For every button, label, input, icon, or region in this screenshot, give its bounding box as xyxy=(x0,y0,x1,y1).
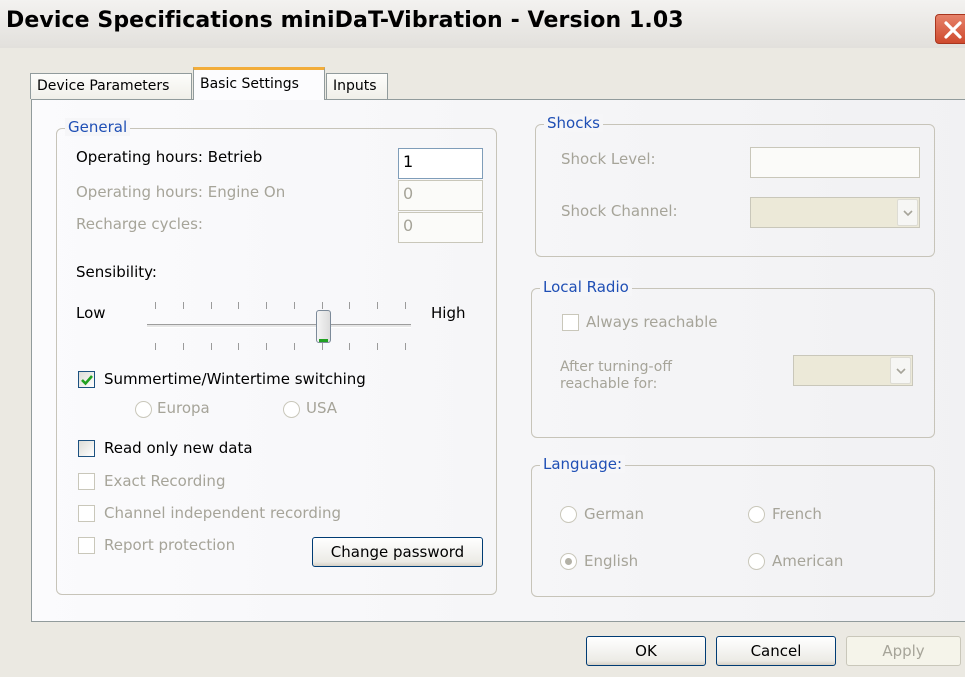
slider-tick xyxy=(266,302,267,309)
operating-hours-betrieb-field[interactable]: 1 xyxy=(398,148,483,179)
language-french-label: French xyxy=(772,505,822,523)
sensibility-high-label: High xyxy=(431,304,466,322)
operating-hours-betrieb-label: Operating hours: Betrieb xyxy=(76,148,263,166)
slider-tick xyxy=(377,343,378,350)
shocks-group: Shocks xyxy=(535,114,935,257)
slider-tick xyxy=(349,343,350,350)
slider-tick xyxy=(294,302,295,309)
title-bar: Device Specifications miniDaT-Vibration … xyxy=(0,0,965,48)
slider-tick xyxy=(322,343,323,350)
slider-tick xyxy=(322,302,323,309)
sensibility-slider-thumb[interactable] xyxy=(316,310,331,343)
general-legend: General xyxy=(65,118,131,136)
slider-tick xyxy=(238,302,239,309)
after-off-select[interactable] xyxy=(793,355,913,386)
sensibility-slider-track[interactable] xyxy=(147,324,411,328)
window-title: Device Specifications miniDaT-Vibration … xyxy=(6,8,684,33)
sensibility-low-label: Low xyxy=(76,304,106,322)
language-french-radio[interactable] xyxy=(748,506,765,523)
shocks-legend: Shocks xyxy=(544,114,603,132)
shock-channel-label: Shock Channel: xyxy=(561,202,678,220)
cancel-button[interactable]: Cancel xyxy=(716,636,836,666)
tab-device-parameters[interactable]: Device Parameters xyxy=(30,73,192,99)
language-legend: Language: xyxy=(540,455,626,473)
operating-hours-engine-label: Operating hours: Engine On xyxy=(76,183,286,201)
channel-independent-checkbox[interactable] xyxy=(78,505,95,522)
slider-tick xyxy=(266,343,267,350)
slider-tick xyxy=(211,302,212,309)
recharge-cycles-field[interactable]: 0 xyxy=(398,212,483,243)
report-protection-label: Report protection xyxy=(104,536,236,554)
tab-inputs[interactable]: Inputs xyxy=(326,73,388,99)
language-german-label: German xyxy=(584,505,645,523)
region-usa-label: USA xyxy=(306,399,338,417)
summertime-label: Summertime/Wintertime switching xyxy=(104,370,366,388)
summertime-checkbox[interactable] xyxy=(78,371,95,388)
channel-independent-label: Channel independent recording xyxy=(104,504,342,522)
language-group: Language: xyxy=(531,455,935,597)
sensibility-label: Sensibility: xyxy=(76,263,157,281)
operating-hours-engine-field[interactable]: 0 xyxy=(398,180,483,211)
exact-recording-checkbox[interactable] xyxy=(78,473,95,490)
region-europa-radio[interactable] xyxy=(135,401,152,418)
close-button[interactable] xyxy=(935,14,965,44)
language-english-label: English xyxy=(584,552,639,570)
shock-channel-select[interactable] xyxy=(750,197,920,228)
local-radio-legend: Local Radio xyxy=(540,278,632,296)
slider-tick xyxy=(183,343,184,350)
chevron-down-icon xyxy=(890,357,911,384)
always-reachable-label: Always reachable xyxy=(586,313,718,331)
always-reachable-checkbox[interactable] xyxy=(562,314,579,331)
change-password-button[interactable]: Change password xyxy=(312,537,483,567)
recharge-cycles-label: Recharge cycles: xyxy=(76,215,203,233)
slider-tick xyxy=(183,302,184,309)
report-protection-checkbox[interactable] xyxy=(78,537,95,554)
ok-button[interactable]: OK xyxy=(586,636,706,666)
close-icon xyxy=(944,21,962,39)
read-new-data-label: Read only new data xyxy=(104,439,253,457)
slider-tick xyxy=(155,302,156,309)
slider-tick xyxy=(405,302,406,309)
chevron-down-icon xyxy=(897,199,918,226)
after-off-label: After turning-off reachable for: xyxy=(560,359,672,392)
slider-tick xyxy=(238,343,239,350)
slider-tick xyxy=(405,343,406,350)
tab-basic-settings[interactable]: Basic Settings xyxy=(193,67,325,100)
read-new-data-checkbox[interactable] xyxy=(78,440,95,457)
shock-level-label: Shock Level: xyxy=(561,150,656,168)
exact-recording-label: Exact Recording xyxy=(104,472,226,490)
shock-level-field[interactable] xyxy=(750,147,920,178)
language-english-radio[interactable] xyxy=(560,553,577,570)
slider-tick xyxy=(294,343,295,350)
slider-tick xyxy=(349,302,350,309)
language-american-radio[interactable] xyxy=(748,553,765,570)
slider-tick xyxy=(211,343,212,350)
apply-button[interactable]: Apply xyxy=(846,636,961,666)
language-german-radio[interactable] xyxy=(560,506,577,523)
region-usa-radio[interactable] xyxy=(283,401,300,418)
slider-tick xyxy=(377,302,378,309)
checkmark-icon xyxy=(81,375,93,386)
language-american-label: American xyxy=(772,552,844,570)
slider-tick xyxy=(155,343,156,350)
region-europa-label: Europa xyxy=(157,399,210,417)
